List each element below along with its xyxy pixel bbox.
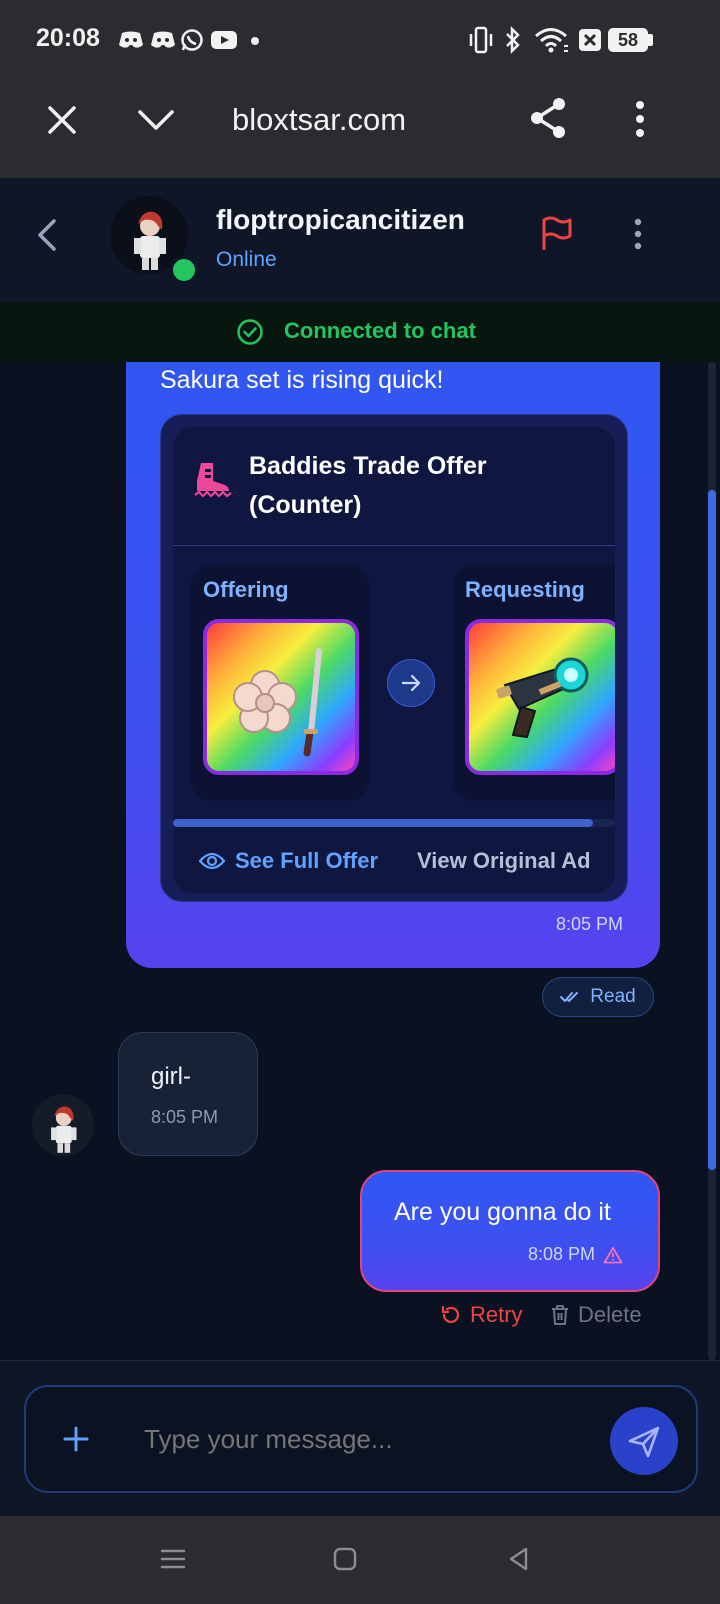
- check-circle-icon: [237, 319, 263, 345]
- message-bubble-outgoing-failed: Are you gonna do it 8:08 PM: [360, 1170, 660, 1292]
- message-bubble-outgoing: Sakura set is rising quick! Baddies Trad…: [126, 362, 660, 968]
- trade-card-title-line2: (Counter): [249, 491, 362, 519]
- arrow-right-icon: [401, 674, 421, 692]
- message-time: 8:05 PM: [151, 1107, 219, 1127]
- eye-icon: [199, 852, 225, 870]
- trade-offer-card[interactable]: Baddies Trade Offer (Counter) Offering R…: [160, 414, 628, 902]
- browser-bar: bloxtsar.com: [0, 84, 720, 179]
- connection-banner: Connected to chat: [0, 302, 720, 363]
- back-nav-icon[interactable]: [506, 1546, 532, 1572]
- status-bar: 20:08 58: [0, 0, 720, 84]
- message-text: girl-: [151, 1063, 191, 1090]
- message-bubble-incoming: girl- 8:05 PM: [118, 1032, 258, 1156]
- chat-status: Online: [216, 248, 277, 271]
- vibrate-icon: [469, 26, 493, 54]
- plus-icon[interactable]: [62, 1425, 90, 1453]
- offering-panel[interactable]: Offering: [191, 565, 369, 801]
- retry-button[interactable]: Retry: [440, 1302, 523, 1328]
- retry-label: Retry: [470, 1302, 523, 1327]
- trade-card-title: Baddies Trade Offer (Counter): [249, 447, 487, 525]
- trade-card-title-line1: Baddies Trade Offer: [249, 452, 487, 480]
- divider: [173, 545, 615, 546]
- dot-icon: [251, 37, 259, 45]
- requesting-item-image[interactable]: [465, 619, 615, 775]
- card-scrollbar-thumb[interactable]: [173, 819, 593, 827]
- discord-icon: [119, 31, 143, 48]
- whatsapp-icon: [181, 29, 203, 51]
- battery-icon: 58: [608, 28, 648, 52]
- message-time: 8:05 PM: [556, 914, 624, 934]
- share-icon[interactable]: [528, 96, 568, 140]
- url-text[interactable]: bloxtsar.com: [232, 102, 406, 138]
- online-indicator: [170, 256, 198, 284]
- close-icon[interactable]: [46, 104, 78, 136]
- retry-icon: [441, 1305, 460, 1324]
- send-button[interactable]: [610, 1407, 678, 1475]
- delete-button[interactable]: Delete: [550, 1302, 642, 1328]
- trash-icon: [552, 1305, 568, 1325]
- offering-label: Offering: [203, 577, 289, 602]
- system-nav-bar: [0, 1516, 720, 1604]
- messages-area[interactable]: Sakura set is rising quick! Baddies Trad…: [0, 362, 720, 1360]
- boot-icon: [194, 463, 232, 498]
- see-full-offer-label: See Full Offer: [235, 848, 379, 873]
- bluetooth-icon: [506, 26, 520, 54]
- messages-scrollbar-thumb[interactable]: [708, 490, 716, 1170]
- wifi-icon: [535, 28, 568, 53]
- chat-header: floptropicancitizen Online: [0, 178, 720, 303]
- connection-status-text: Connected to chat: [284, 318, 476, 343]
- blaster-icon: [496, 657, 589, 739]
- sakura-set-icon: [233, 648, 322, 757]
- message-text: Are you gonna do it: [394, 1198, 611, 1226]
- more-vert-icon[interactable]: [632, 100, 648, 138]
- home-icon[interactable]: [332, 1546, 358, 1572]
- send-icon: [628, 1426, 660, 1458]
- youtube-icon: [211, 31, 237, 49]
- back-icon[interactable]: [36, 218, 58, 252]
- chat-username[interactable]: floptropicancitizen: [216, 204, 465, 236]
- see-full-offer-button[interactable]: See Full Offer: [199, 839, 378, 883]
- requesting-label: Requesting: [465, 577, 585, 602]
- trade-offer-card-inner: Baddies Trade Offer (Counter) Offering R…: [173, 427, 615, 893]
- delete-label: Delete: [578, 1302, 642, 1327]
- message-input-box: [24, 1385, 698, 1493]
- chevron-down-icon[interactable]: [136, 106, 176, 134]
- view-original-ad-button[interactable]: View Original Ad: [417, 839, 591, 883]
- more-vert-icon[interactable]: [632, 218, 644, 250]
- card-scrollbar[interactable]: [173, 819, 615, 827]
- message-time: 8:08 PM: [528, 1244, 596, 1264]
- message-meta: 8:08 PM: [528, 1244, 623, 1265]
- menu-icon[interactable]: [160, 1546, 186, 1572]
- double-check-icon: [560, 992, 579, 1002]
- sender-avatar[interactable]: [32, 1094, 94, 1156]
- offering-item-image[interactable]: [203, 619, 359, 775]
- status-time: 20:08: [36, 24, 100, 52]
- message-text: Sakura set is rising quick!: [160, 366, 444, 394]
- read-receipt-label: Read: [590, 986, 636, 1007]
- warning-icon: [603, 1246, 623, 1263]
- message-input[interactable]: [142, 1413, 586, 1465]
- arrow-right-button: [387, 659, 435, 707]
- requesting-panel[interactable]: Requesting: [453, 565, 615, 801]
- avatar-figure-icon: [51, 1106, 77, 1153]
- discord-icon: [151, 31, 175, 48]
- read-receipt-badge: Read: [542, 977, 654, 1017]
- flag-icon[interactable]: [540, 216, 574, 252]
- no-sim-icon: [579, 29, 601, 51]
